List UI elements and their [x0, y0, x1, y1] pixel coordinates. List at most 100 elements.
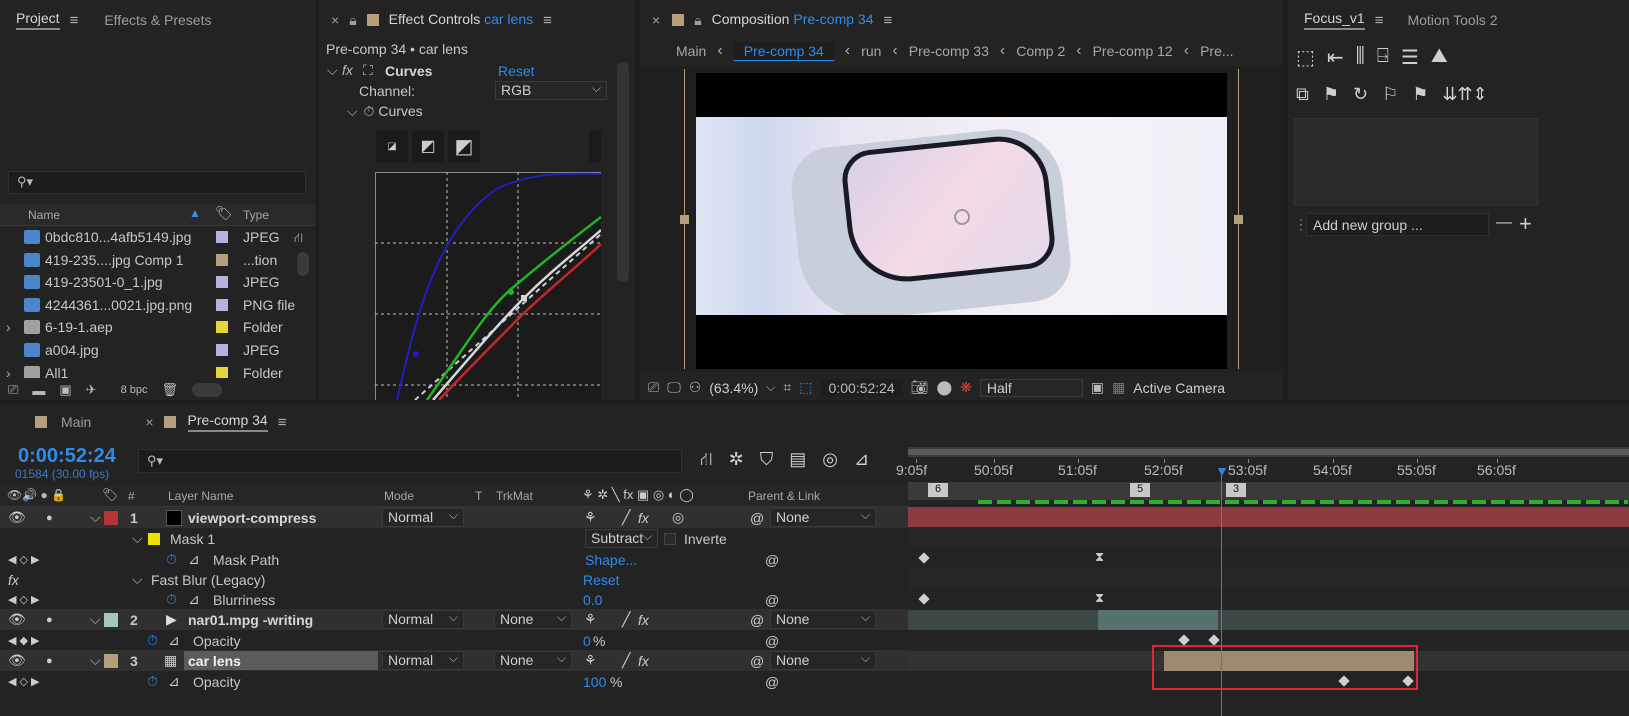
project-list-item[interactable]: › All1 Folder	[0, 362, 300, 378]
keyframe-nav-icon[interactable]: ◀ ◆ ▶	[8, 634, 40, 647]
chevron-down-icon[interactable]: ⌵	[132, 530, 143, 547]
arrow-left-icon[interactable]: ⇤	[1327, 45, 1344, 70]
mask-view-icon[interactable]: ⚇	[689, 379, 702, 396]
layer-name[interactable]: car lens	[188, 653, 241, 669]
scroll-thumb[interactable]	[617, 62, 629, 282]
layer-mode-select[interactable]: Normal	[382, 610, 464, 629]
align-icon[interactable]: ⫼	[1356, 45, 1365, 70]
layer-parent-select[interactable]: None	[770, 610, 876, 629]
marker-5[interactable]: 5	[1130, 483, 1150, 497]
menu-icon[interactable]: ≡	[278, 414, 287, 431]
tab-main[interactable]: Main	[61, 414, 91, 430]
chevron-down-icon[interactable]: ⌵	[90, 509, 101, 526]
frame-blending-icon[interactable]: ▤	[789, 449, 806, 473]
focus-list[interactable]	[1294, 118, 1538, 206]
layer-label-color[interactable]	[104, 510, 118, 525]
breadcrumb-item[interactable]: Comp 2	[1016, 43, 1065, 59]
stopwatch-icon[interactable]: ⏱	[147, 673, 158, 690]
layer-parent-select[interactable]: None	[770, 508, 876, 527]
keyframe[interactable]	[1208, 634, 1220, 646]
breadcrumb-item[interactable]: Pre...	[1200, 43, 1233, 59]
lock-icon[interactable]: 🔒︎	[694, 12, 701, 29]
shy-icon[interactable]: ⚘	[584, 611, 597, 628]
layer-row-1[interactable]: 👁 ● ⌵ 1 viewport-compress Normal ⚘ ╱ fx …	[0, 507, 910, 528]
mountain-icon[interactable]: ⛰	[1431, 45, 1448, 70]
draft-3d-icon[interactable]: ✲	[729, 449, 744, 473]
chevron-right-icon[interactable]: ›	[6, 365, 11, 378]
breadcrumb-item[interactable]: Main	[676, 43, 706, 59]
solo-dot-icon[interactable]: ●	[46, 655, 53, 667]
new-folder-icon[interactable]: ▬	[32, 383, 45, 398]
playhead[interactable]	[1221, 475, 1222, 716]
quality-icon[interactable]: ╱	[622, 509, 630, 526]
breadcrumb-item[interactable]: run	[861, 43, 881, 59]
item-label-color[interactable]	[216, 253, 228, 266]
item-label-color[interactable]	[216, 298, 228, 311]
work-area-range[interactable]	[908, 449, 1629, 455]
item-label-color[interactable]	[216, 321, 228, 334]
tab-effect-controls[interactable]: Effect Controls car lens	[389, 11, 533, 29]
chevron-down-icon[interactable]: ⌵	[766, 380, 775, 395]
fast-blur-reset[interactable]: Reset	[583, 572, 620, 588]
add-group-button[interactable]: +	[1519, 211, 1532, 237]
bpc-label[interactable]: 8 bpc	[121, 384, 148, 396]
chevron-down-icon[interactable]: ⌵	[90, 652, 101, 669]
comp-viewer[interactable]	[640, 66, 1283, 372]
flag-remove-icon[interactable]: ⚐	[1382, 84, 1398, 105]
pickwhip-icon[interactable]: @	[765, 552, 779, 568]
menu-icon[interactable]: ≡	[884, 12, 893, 29]
fx-switch-icon[interactable]: fx	[638, 510, 649, 526]
project-list-item[interactable]: 0bdc810...4afb5149.jpg JPEG	[0, 226, 300, 248]
layer-1-bar[interactable]	[908, 507, 1629, 527]
mask-row[interactable]: ⌵ Mask 1 Subtract Inverte	[0, 528, 910, 549]
reset-button[interactable]: Reset	[498, 63, 535, 79]
stopwatch-icon[interactable]: ⏱	[364, 103, 375, 119]
marker-3[interactable]: 3	[1226, 483, 1246, 497]
graph-icon[interactable]: ⊿	[168, 632, 180, 649]
opacity-row-2[interactable]: ◀ ◆ ▶ ⏱ ⊿ Opacity 0 % @	[0, 630, 910, 651]
layer-2-bar[interactable]	[1098, 610, 1218, 630]
fx-icon[interactable]: fx	[342, 62, 353, 78]
project-list-item[interactable]: a004.jpg JPEG	[0, 339, 300, 361]
column-type[interactable]: Type	[243, 208, 269, 222]
solo-dot-icon[interactable]: ●	[46, 512, 53, 524]
shy-icon[interactable]: ⚘	[584, 652, 597, 669]
item-label-color[interactable]	[216, 366, 228, 378]
keyframe[interactable]	[918, 552, 930, 564]
mask-path-value[interactable]: Shape...	[585, 552, 637, 568]
chevron-right-icon[interactable]: ›	[6, 319, 11, 335]
close-icon[interactable]: ×	[331, 12, 339, 28]
stopwatch-icon[interactable]: ⏱	[166, 551, 177, 568]
keyframe[interactable]	[918, 593, 930, 605]
shy-icon[interactable]: ⚘	[584, 509, 597, 526]
column-layer-name[interactable]: Layer Name	[168, 489, 233, 503]
channel-icon[interactable]: ⬤	[936, 379, 952, 396]
region-icon[interactable]: ⬚	[799, 379, 812, 396]
layer-row-3[interactable]: 👁 ● ⌵ 3 ▦ car lens Normal None ⚘ ╱ fx @ …	[0, 650, 910, 671]
timeline-timecode[interactable]: 0:00:52:24	[18, 445, 116, 468]
opacity-row-3[interactable]: ◀ ◇ ▶ ⏱ ⊿ Opacity 100 % @	[0, 671, 910, 692]
keyframe-nav-icon[interactable]: ◀ ◇ ▶	[8, 553, 40, 566]
motion-blur-icon[interactable]: ◎	[822, 449, 838, 473]
lock-icon[interactable]: 🔒︎	[349, 12, 356, 29]
mask-name[interactable]: Mask 1	[170, 531, 215, 547]
fast-previews-icon[interactable]: ▣	[1091, 379, 1104, 396]
project-list-item[interactable]: 419-23501-0_1.jpg JPEG	[0, 271, 300, 293]
pickwhip-icon[interactable]: @	[765, 592, 779, 608]
rgb-icon[interactable]: ❋	[960, 379, 972, 396]
effect-controls-scrollbar[interactable]	[617, 62, 631, 282]
chevron-down-icon[interactable]: ⌵	[347, 103, 358, 119]
mask-path-row[interactable]: ◀ ◇ ▶ ⏱ ⊿ Mask Path Shape... @	[0, 549, 910, 570]
mask-invert-checkbox[interactable]	[664, 532, 676, 545]
zoom-value[interactable]: (63.4%)	[709, 380, 758, 396]
timecode-display[interactable]: 0:00:52:24	[820, 378, 903, 397]
keyframe-hold[interactable]: ⧗	[1095, 549, 1104, 565]
stopwatch-icon[interactable]: ⏱	[166, 591, 177, 608]
interpret-footage-icon[interactable]: ⎚	[8, 382, 18, 398]
anchor-icon[interactable]: ⍈	[1377, 45, 1389, 70]
chevron-down-icon[interactable]: ⌵	[132, 571, 143, 588]
close-icon[interactable]: ×	[652, 12, 660, 28]
graph-icon[interactable]: ⊿	[168, 673, 180, 690]
tab-motion-tools[interactable]: Motion Tools 2	[1407, 12, 1497, 28]
active-camera-select[interactable]: Active Camera	[1133, 380, 1225, 396]
